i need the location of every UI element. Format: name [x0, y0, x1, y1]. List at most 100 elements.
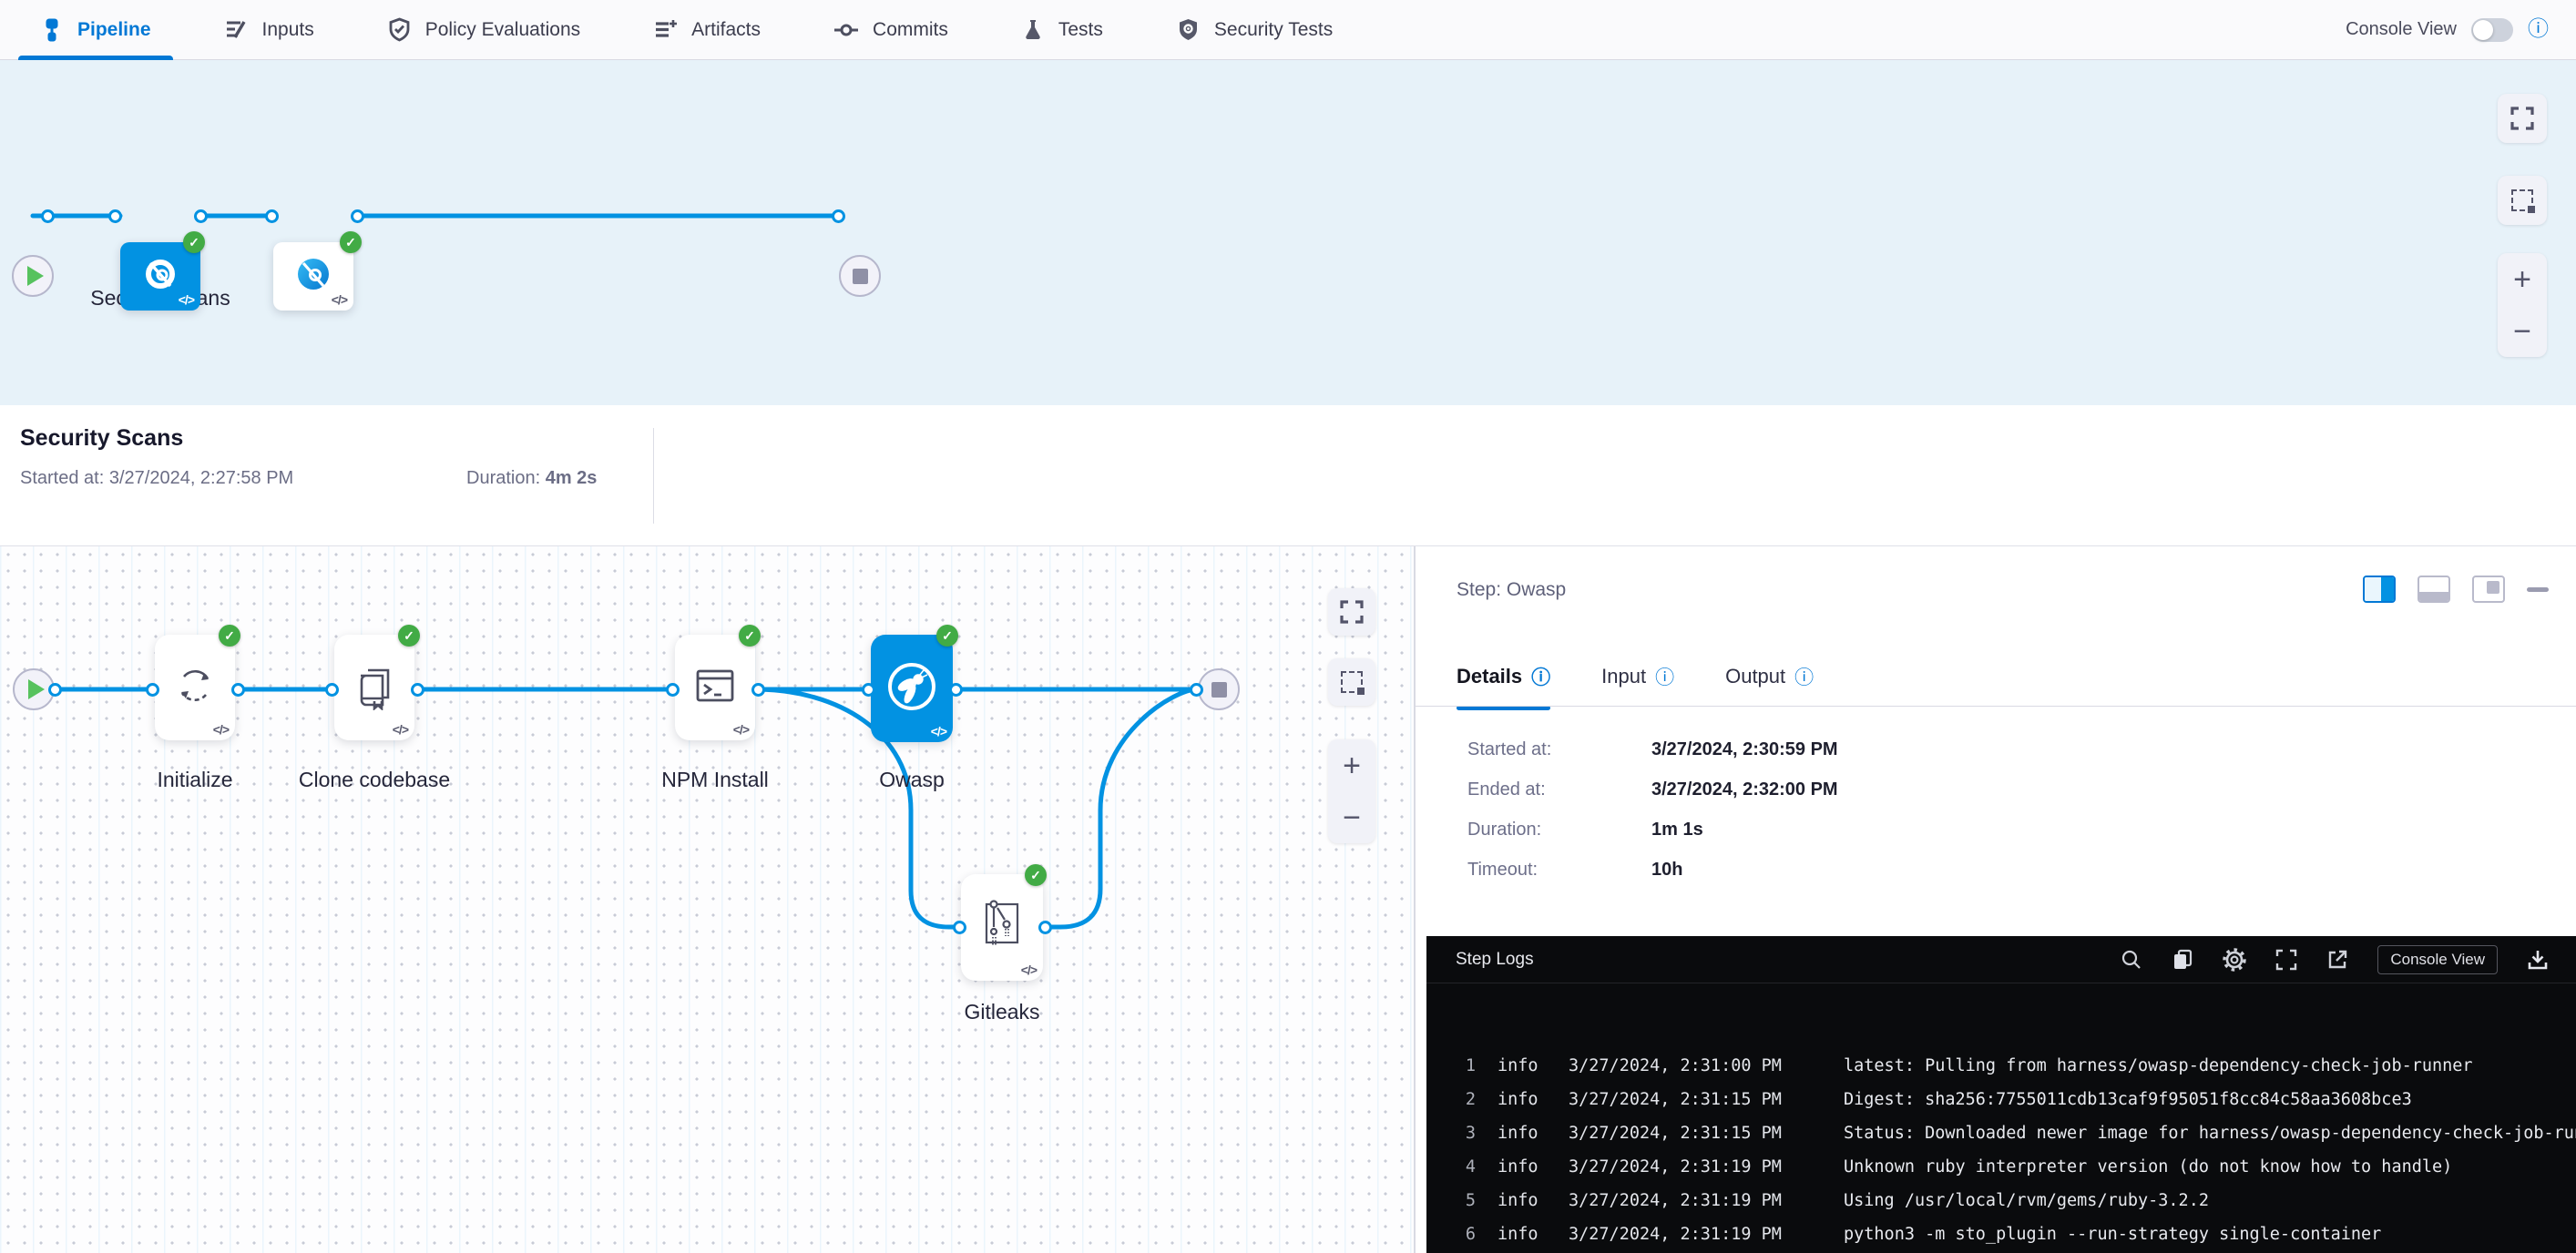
step-panel-title: Step: Owasp — [1457, 579, 1566, 601]
execution-end-node[interactable] — [1198, 668, 1240, 710]
tabs-divider — [1416, 706, 2576, 707]
info-icon: ⓘ — [1531, 663, 1550, 690]
stage-duration: Duration: 4m 2s — [466, 468, 597, 489]
edge-port — [265, 209, 279, 223]
success-icon: ✓ — [183, 231, 205, 253]
stop-icon — [853, 269, 868, 284]
tab-artifacts[interactable]: Artifacts — [653, 0, 761, 59]
console-view-button[interactable]: Console View — [2377, 945, 2498, 974]
right-view-button[interactable] — [2472, 576, 2505, 603]
code-icon: </> — [1021, 963, 1037, 977]
success-icon: ✓ — [936, 625, 958, 647]
step-node-gitleaks[interactable]: </> — [961, 874, 1043, 981]
pipeline-end-node[interactable] — [839, 255, 881, 297]
log-line: 4info3/27/2024, 2:31:19 PMUnknown ruby i… — [1454, 1150, 2576, 1184]
edge-port — [231, 683, 245, 697]
step-node-npm-install[interactable]: </> — [675, 635, 755, 740]
code-icon: </> — [733, 722, 749, 737]
panel-layout-controls — [2363, 576, 2549, 603]
marquee-select-button[interactable] — [1328, 658, 1375, 706]
zoom-out-button[interactable]: − — [2498, 305, 2547, 357]
marquee-select-button[interactable] — [2498, 176, 2547, 225]
tab-pipeline[interactable]: Pipeline — [40, 0, 151, 59]
stage-node-security-scans[interactable]: </> — [120, 242, 200, 311]
code-icon: </> — [332, 292, 347, 307]
fullscreen-icon[interactable] — [2275, 949, 2297, 971]
step-node-owasp[interactable]: </> — [871, 635, 953, 742]
tab-details[interactable]: Detailsⓘ — [1457, 663, 1550, 710]
security-scan-stage-icon — [142, 256, 179, 297]
tab-tests[interactable]: Tests — [1021, 0, 1103, 59]
info-icon: ⓘ — [1794, 663, 1814, 690]
tab-label: Artifacts — [691, 19, 761, 41]
split-view-button[interactable] — [2363, 576, 2396, 603]
log-actions: Console View — [2121, 945, 2549, 974]
edge-port — [351, 209, 364, 223]
success-icon: ✓ — [219, 625, 240, 647]
zoom-in-button[interactable]: + — [1328, 739, 1375, 791]
code-icon: </> — [213, 722, 229, 737]
step-node-initialize[interactable]: </> — [155, 635, 235, 740]
step-label: Clone codebase — [238, 768, 511, 792]
stage-node-build[interactable]: </> — [273, 242, 353, 311]
tab-label: Pipeline — [77, 19, 151, 41]
tab-label: Commits — [873, 19, 948, 41]
fit-to-screen-button[interactable] — [1328, 588, 1375, 636]
expand-icon — [2510, 107, 2534, 130]
tab-inputs[interactable]: Inputs — [224, 0, 314, 59]
fit-to-screen-button[interactable] — [2498, 94, 2547, 143]
tab-input[interactable]: Inputⓘ — [1601, 663, 1674, 710]
build-stage-icon — [294, 255, 332, 298]
stage-started-at: Started at: 3/27/2024, 2:27:58 PM — [20, 468, 293, 489]
edge-port — [325, 683, 339, 697]
stop-icon — [1211, 682, 1227, 698]
commit-icon — [833, 17, 859, 43]
tab-output[interactable]: Outputⓘ — [1725, 663, 1814, 710]
step-panel-tabs: Detailsⓘ Inputⓘ Outputⓘ — [1457, 663, 1814, 710]
step-graph-canvas[interactable]: </> ✓ </> ✓ </> ✓ </> ✓ </> ✓ Initialize… — [0, 546, 1415, 1253]
edge-port — [1190, 683, 1203, 697]
owasp-icon — [884, 659, 939, 718]
zoom-in-button[interactable]: + — [2498, 253, 2547, 305]
console-view-toggle[interactable] — [2471, 18, 2513, 42]
edge-port — [411, 683, 424, 697]
gitleaks-icon — [978, 900, 1026, 955]
tab-policy-evaluations[interactable]: Policy Evaluations — [387, 0, 580, 59]
edge-port — [953, 921, 966, 934]
log-line: 2info3/27/2024, 2:31:15 PMDigest: sha256… — [1454, 1083, 2576, 1116]
download-icon[interactable] — [2527, 949, 2549, 971]
play-icon — [27, 266, 44, 286]
tab-security-tests[interactable]: Security Tests — [1176, 0, 1333, 59]
zoom-control-group: + − — [1328, 739, 1375, 843]
log-line: 5info3/27/2024, 2:31:19 PMUsing /usr/loc… — [1454, 1184, 2576, 1217]
minimize-panel-button[interactable] — [2527, 587, 2549, 592]
edge-port — [108, 209, 122, 223]
copy-icon[interactable] — [2172, 949, 2193, 971]
bottom-view-button[interactable] — [2418, 576, 2450, 603]
success-icon: ✓ — [340, 231, 362, 253]
flask-icon — [1021, 18, 1045, 42]
tab-label: Security Tests — [1214, 19, 1333, 41]
tab-commits[interactable]: Commits — [833, 0, 948, 59]
settings-gear-icon[interactable] — [2223, 948, 2246, 972]
info-icon[interactable]: ⓘ — [2528, 19, 2549, 40]
zoom-control-group: + − — [2498, 253, 2547, 357]
log-line: 6info3/27/2024, 2:31:19 PMpython3 -m sto… — [1454, 1217, 2576, 1251]
step-node-clone-codebase[interactable]: </> — [334, 635, 414, 740]
edge-port — [862, 683, 875, 697]
external-link-icon[interactable] — [2326, 949, 2348, 971]
stage-summary-title: Security Scans — [20, 425, 183, 452]
detail-row: Ended at: 3/27/2024, 2:32:00 PM — [1467, 779, 1838, 800]
zoom-out-button[interactable]: − — [1328, 791, 1375, 843]
code-icon: </> — [931, 724, 946, 739]
security-shield-icon — [1176, 17, 1201, 42]
terminal-icon — [690, 661, 740, 715]
play-icon — [28, 679, 45, 699]
tab-label: Inputs — [262, 19, 314, 41]
detail-row: Started at: 3/27/2024, 2:30:59 PM — [1467, 739, 1838, 760]
top-navigation: Pipeline Inputs Policy Evaluations Artif… — [0, 0, 2576, 60]
step-logs-header: Step Logs Console View — [1426, 936, 2576, 983]
stage-graph-canvas[interactable]: </> ✓ </> ✓ Security Scans Build + − — [0, 60, 2576, 405]
toggle-knob — [2473, 20, 2493, 40]
search-icon[interactable] — [2121, 949, 2142, 971]
